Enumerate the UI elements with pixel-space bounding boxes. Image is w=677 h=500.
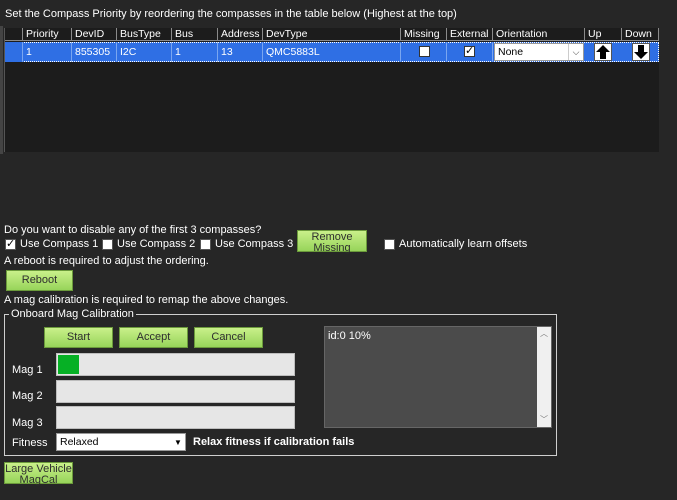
col-header-external[interactable]: External [447,28,493,41]
disable-question: Do you want to disable any of the first … [4,224,262,236]
use-compass-1-label[interactable]: Use Compass 1 [20,238,98,250]
fitness-value: Relaxed [60,436,99,448]
row-header-corner [5,28,23,41]
mag1-label: Mag 1 [12,364,43,376]
col-header-devtype[interactable]: DevType [263,28,401,41]
mag1-progress-fill [58,355,80,374]
arrow-up-icon [596,45,610,59]
missing-checkbox[interactable] [419,46,430,57]
log-text: id:0 10% [328,330,371,342]
col-header-missing[interactable]: Missing [401,28,447,41]
large-vehicle-label-2: MagCal [19,474,58,486]
grid-title: Set the Compass Priority by reordering t… [5,8,457,20]
mag-cal-note: A mag calibration is required to remap t… [4,294,289,306]
remove-missing-button[interactable]: Remove Missing [297,230,367,254]
use-compass-2-checkbox[interactable] [102,239,113,250]
remove-missing-label-2: Missing [313,242,351,254]
orientation-value: None [498,46,524,58]
col-header-down[interactable]: Down [622,28,659,41]
arrow-down-icon [634,45,648,59]
scroll-down-icon[interactable]: ﹀ [537,413,551,427]
accept-button[interactable]: Accept [119,327,188,348]
cell-devtype[interactable]: QMC5883L [263,42,401,62]
col-header-bustype[interactable]: BusType [117,28,172,41]
col-header-priority[interactable]: Priority [23,28,72,41]
use-compass-1-checkbox[interactable] [5,237,16,250]
use-compass-2-label[interactable]: Use Compass 2 [117,238,195,250]
row-header[interactable] [5,42,23,62]
move-down-button[interactable] [632,43,650,61]
fitness-select[interactable]: Relaxed ▼ [56,433,186,451]
onboard-legend: Onboard Mag Calibration [9,308,136,320]
compass-priority-table[interactable]: Priority DevID BusType Bus Address DevTy… [4,28,659,152]
cell-bus[interactable]: 1 [172,42,218,62]
mag3-label: Mag 3 [12,417,43,429]
cell-priority[interactable]: 1 [23,42,72,62]
mag3-progress-bar [56,406,295,429]
col-header-orientation[interactable]: Orientation [493,28,585,41]
calibration-log[interactable]: id:0 10% ︿ ﹀ [324,326,552,428]
relax-fitness-label: Relax fitness if calibration fails [193,436,355,448]
move-up-button[interactable] [594,43,612,61]
mag1-progress-bar [56,353,295,376]
log-scrollbar[interactable]: ︿ ﹀ [537,327,551,427]
col-header-up[interactable]: Up [585,28,622,41]
cell-bustype[interactable]: I2C [117,42,172,62]
reboot-note: A reboot is required to adjust the order… [4,255,209,267]
col-header-bus[interactable]: Bus [172,28,218,41]
orientation-select[interactable]: None ⌵ [494,43,584,61]
mag2-label: Mag 2 [12,390,43,402]
external-checkbox[interactable] [464,44,475,57]
large-vehicle-magcal-button[interactable]: Large Vehicle MagCal [4,462,73,486]
use-compass-3-checkbox[interactable] [200,239,211,250]
cell-address[interactable]: 13 [218,42,263,62]
cancel-button[interactable]: Cancel [194,327,263,348]
chevron-down-icon[interactable]: ⌵ [568,44,583,60]
col-header-devid[interactable]: DevID [72,28,117,41]
scroll-up-icon[interactable]: ︿ [537,327,551,341]
dropdown-arrow-icon[interactable]: ▼ [171,434,185,450]
auto-learn-label[interactable]: Automatically learn offsets [399,238,527,250]
mag2-progress-bar [56,380,295,403]
cell-devid[interactable]: 855305 [72,42,117,62]
grid-left-border [0,26,3,154]
reboot-button[interactable]: Reboot [6,270,73,291]
start-button[interactable]: Start [44,327,113,348]
use-compass-3-label[interactable]: Use Compass 3 [215,238,293,250]
fitness-label: Fitness [12,437,48,449]
col-header-address[interactable]: Address [218,28,263,41]
auto-learn-checkbox[interactable] [384,239,395,250]
